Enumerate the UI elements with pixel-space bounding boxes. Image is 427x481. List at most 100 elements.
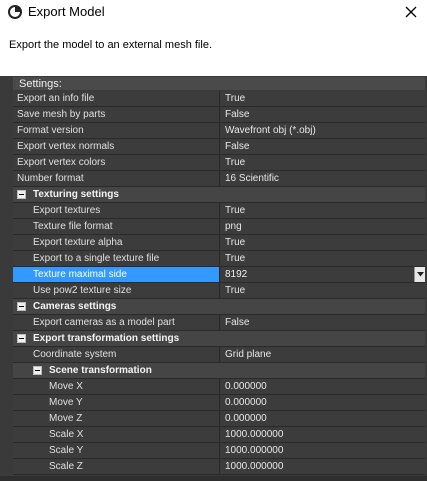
property-value[interactable]: 0.000000: [221, 395, 425, 410]
property-name: Export an info file: [13, 91, 220, 106]
window-title: Export Model: [28, 4, 105, 19]
property-group-label: Cameras settings: [13, 299, 425, 314]
property-value[interactable]: True: [221, 251, 425, 266]
dialog-description: Export the model to an external mesh fil…: [9, 39, 212, 51]
property-value-text: 1000.000000: [225, 445, 284, 456]
property-name: Number format: [13, 171, 220, 186]
property-value[interactable]: 1000.000000: [221, 427, 425, 442]
property-name: Export texture alpha: [13, 235, 220, 250]
property-row[interactable]: Move Z 0.000000: [13, 411, 425, 427]
property-value[interactable]: True: [221, 155, 425, 170]
property-row[interactable]: Use pow2 texture size True: [13, 283, 425, 299]
dropdown-button[interactable]: [414, 267, 425, 282]
close-icon: [405, 6, 417, 18]
app-logo-icon: [8, 5, 22, 19]
property-value-text: True: [225, 253, 246, 264]
property-value-text: True: [225, 285, 246, 296]
property-value[interactable]: True: [221, 283, 425, 298]
property-value-text: 8192: [225, 269, 248, 280]
property-value-text: True: [225, 157, 246, 168]
property-value[interactable]: 8192: [221, 267, 425, 282]
property-row[interactable]: Move Y 0.000000: [13, 395, 425, 411]
property-value-text: 1000.000000: [225, 461, 284, 472]
property-value[interactable]: 0.000000: [221, 411, 425, 426]
property-group-label: Scene transformation: [13, 363, 425, 378]
property-value[interactable]: png: [221, 219, 425, 234]
property-value-text: png: [225, 221, 242, 232]
property-row[interactable]: Number format 16 Scientific: [13, 171, 425, 187]
property-row[interactable]: Export textures True: [13, 203, 425, 219]
property-value[interactable]: 0.000000: [221, 379, 425, 394]
collapse-minus-icon[interactable]: [33, 366, 42, 375]
property-row[interactable]: Texture file format png: [13, 219, 425, 235]
title-bar: Export Model: [0, 0, 427, 26]
property-name: Move Z: [13, 411, 220, 426]
property-value[interactable]: False: [221, 139, 425, 154]
property-group-row[interactable]: Scene transformation: [13, 363, 425, 379]
property-grid: Export an info file True Save mesh by part…: [13, 91, 425, 475]
property-name: Export cameras as a model part: [13, 315, 220, 330]
property-value[interactable]: Grid plane: [221, 347, 425, 362]
property-value[interactable]: True: [221, 203, 425, 218]
property-name: Scale Y: [13, 443, 220, 458]
property-name: Texture file format: [13, 219, 220, 234]
property-name: Export vertex normals: [13, 139, 220, 154]
settings-header: [13, 77, 425, 90]
property-value[interactable]: 16 Scientific: [221, 171, 425, 186]
collapse-minus-icon[interactable]: [17, 302, 26, 311]
property-name: Scale X: [13, 427, 220, 442]
property-name: Move X: [13, 379, 220, 394]
property-row[interactable]: Export to a single texture file True: [13, 251, 425, 267]
property-row[interactable]: Save mesh by parts False: [13, 107, 425, 123]
property-value-text: 0.000000: [225, 397, 267, 408]
property-value-text: Wavefront obj (*.obj): [225, 125, 316, 136]
property-value-text: 16 Scientific: [225, 173, 279, 184]
property-row[interactable]: Export an info file True: [13, 91, 425, 107]
property-value[interactable]: True: [221, 91, 425, 106]
property-value[interactable]: 1000.000000: [221, 443, 425, 458]
property-value-text: True: [225, 205, 246, 216]
chevron-down-icon: [416, 272, 424, 277]
property-value[interactable]: False: [221, 107, 425, 122]
property-value-text: Grid plane: [225, 349, 272, 360]
property-name: Coordinate system: [13, 347, 220, 362]
property-row[interactable]: Scale Y 1000.000000: [13, 443, 425, 459]
property-group-label: Export transformation settings: [13, 331, 425, 346]
property-value-text: 0.000000: [225, 413, 267, 424]
property-group-row[interactable]: Cameras settings: [13, 299, 425, 315]
property-value[interactable]: False: [221, 315, 425, 330]
property-row[interactable]: Export texture alpha True: [13, 235, 425, 251]
property-name: Export vertex colors: [13, 155, 220, 170]
property-value-text: False: [225, 317, 250, 328]
close-button[interactable]: [401, 2, 421, 22]
property-row[interactable]: Texture maximal side 8192: [13, 267, 425, 283]
property-value[interactable]: 1000.000000: [221, 459, 425, 474]
property-name: Texture maximal side: [13, 267, 220, 282]
property-value-text: 0.000000: [225, 381, 267, 392]
property-name: Export to a single texture file: [13, 251, 220, 266]
property-row[interactable]: Scale Z 1000.000000: [13, 459, 425, 475]
property-name: Use pow2 texture size: [13, 283, 220, 298]
property-value[interactable]: Wavefront obj (*.obj): [221, 123, 425, 138]
property-name: Export textures: [13, 203, 220, 218]
property-group-row[interactable]: Export transformation settings: [13, 331, 425, 347]
property-row[interactable]: Export vertex colors True: [13, 155, 425, 171]
property-row[interactable]: Move X 0.000000: [13, 379, 425, 395]
property-value-text: 1000.000000: [225, 429, 284, 440]
property-group-row[interactable]: Texturing settings: [13, 187, 425, 203]
property-group-label: Texturing settings: [13, 187, 425, 202]
collapse-minus-icon[interactable]: [17, 334, 26, 343]
property-name: Format version: [13, 123, 220, 138]
collapse-minus-icon[interactable]: [17, 190, 26, 199]
bottom-strip: [0, 476, 427, 481]
property-row[interactable]: Scale X 1000.000000: [13, 427, 425, 443]
property-value[interactable]: True: [221, 235, 425, 250]
settings-title: Settings:: [19, 78, 62, 90]
property-row[interactable]: Format version Wavefront obj (*.obj): [13, 123, 425, 139]
property-row[interactable]: Export cameras as a model part False: [13, 315, 425, 331]
property-name: Save mesh by parts: [13, 107, 220, 122]
property-name: Move Y: [13, 395, 220, 410]
property-value-text: False: [225, 109, 250, 120]
property-row[interactable]: Export vertex normals False: [13, 139, 425, 155]
property-row[interactable]: Coordinate system Grid plane: [13, 347, 425, 363]
